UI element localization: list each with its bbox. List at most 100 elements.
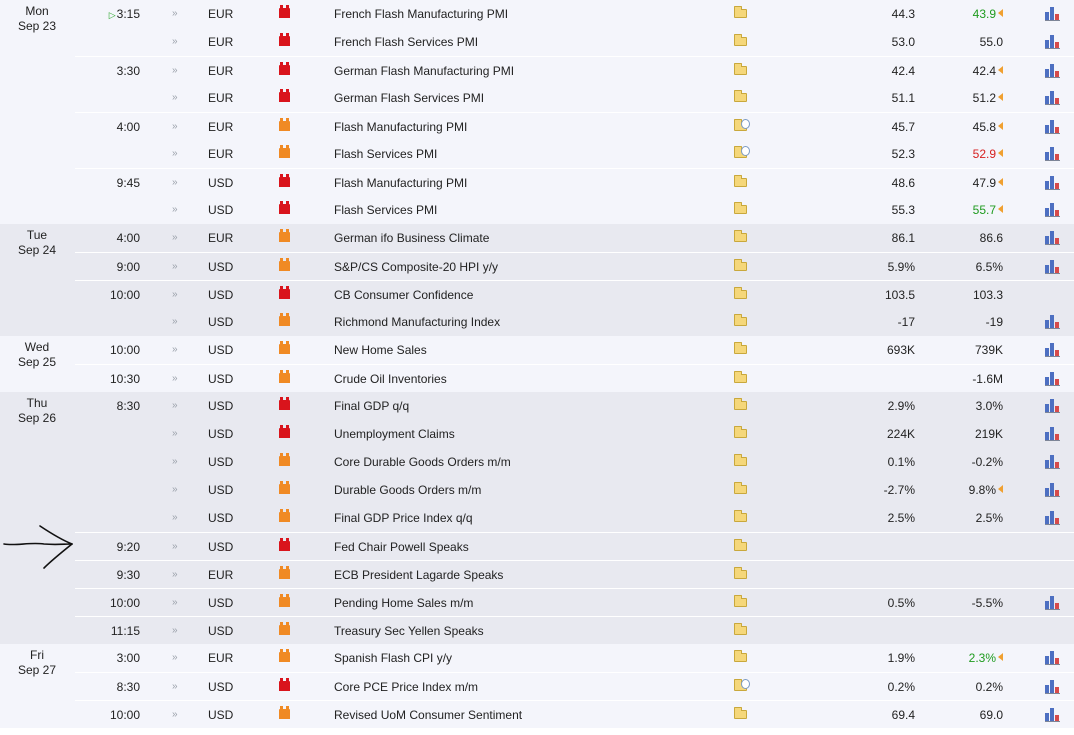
event-row[interactable]: 9:45 » USD Flash Manufacturing PMI 48.6 47.9 (75, 168, 1074, 196)
event-row[interactable]: 10:00 » USD Revised UoM Consumer Sentiment 6… (75, 700, 1074, 728)
event-name[interactable]: Flash Manufacturing PMI (334, 169, 714, 197)
folder-icon[interactable] (734, 707, 747, 719)
folder-icon[interactable] (734, 426, 747, 438)
speaker-icon[interactable]: » (172, 533, 180, 561)
event-row[interactable]: 8:30 » USD Core PCE Price Index m/m 0.2% 0.2% (75, 672, 1074, 700)
event-name[interactable]: CB Consumer Confidence (334, 281, 714, 309)
revised-marker-icon[interactable] (998, 653, 1003, 661)
event-row[interactable]: 3:30 » EUR German Flash Manufacturing PMI 42… (75, 56, 1074, 84)
speaker-icon[interactable]: » (172, 113, 180, 141)
bar-chart-icon[interactable] (1045, 176, 1060, 190)
event-name[interactable]: German Flash Manufacturing PMI (334, 57, 714, 85)
bar-chart-icon[interactable] (1045, 372, 1060, 386)
event-row[interactable]: » EUR German Flash Services PMI 51.1 51.2 (75, 84, 1074, 112)
event-name[interactable]: Flash Services PMI (334, 196, 714, 224)
event-row[interactable]: » EUR Flash Services PMI 52.3 52.9 (75, 140, 1074, 168)
event-row[interactable]: » USD Richmond Manufacturing Index -17 -19 (75, 308, 1074, 336)
folder-document-icon[interactable] (734, 679, 750, 691)
bar-chart-icon[interactable] (1045, 231, 1060, 245)
speaker-icon[interactable]: » (172, 617, 180, 645)
bar-chart-icon[interactable] (1045, 483, 1060, 497)
bar-chart-icon[interactable] (1045, 343, 1060, 357)
event-row[interactable]: 9:20 » USD Fed Chair Powell Speaks (75, 532, 1074, 560)
speaker-icon[interactable]: » (172, 589, 180, 617)
revised-marker-icon[interactable] (998, 178, 1003, 186)
folder-icon[interactable] (734, 650, 747, 662)
bar-chart-icon[interactable] (1045, 680, 1060, 694)
bar-chart-icon[interactable] (1045, 427, 1060, 441)
revised-marker-icon[interactable] (998, 205, 1003, 213)
event-row[interactable]: 10:00 » USD New Home Sales 693K 739K (75, 336, 1074, 364)
event-name[interactable]: Core Durable Goods Orders m/m (334, 448, 714, 476)
event-row[interactable]: 10:00 » USD Pending Home Sales m/m 0.5% -5.5% (75, 588, 1074, 616)
speaker-icon[interactable]: » (172, 448, 180, 476)
speaker-icon[interactable]: » (172, 253, 180, 281)
event-name[interactable]: Core PCE Price Index m/m (334, 673, 714, 701)
folder-icon[interactable] (734, 567, 747, 579)
bar-chart-icon[interactable] (1045, 455, 1060, 469)
event-name[interactable]: German Flash Services PMI (334, 84, 714, 112)
revised-marker-icon[interactable] (998, 93, 1003, 101)
speaker-icon[interactable]: » (172, 504, 180, 532)
speaker-icon[interactable]: » (172, 281, 180, 309)
bar-chart-icon[interactable] (1045, 7, 1060, 21)
event-name[interactable]: Final GDP Price Index q/q (334, 504, 714, 532)
speaker-icon[interactable]: » (172, 308, 180, 336)
speaker-icon[interactable]: » (172, 0, 180, 28)
event-row[interactable]: 4:00 » EUR German ifo Business Climate 86.1 8… (75, 224, 1074, 252)
folder-icon[interactable] (734, 595, 747, 607)
event-row[interactable]: » USD Flash Services PMI 55.3 55.7 (75, 196, 1074, 224)
speaker-icon[interactable]: » (172, 57, 180, 85)
folder-icon[interactable] (734, 175, 747, 187)
speaker-icon[interactable]: » (172, 84, 180, 112)
revised-marker-icon[interactable] (998, 9, 1003, 17)
bar-chart-icon[interactable] (1045, 91, 1060, 105)
event-row[interactable]: » USD Unemployment Claims 224K 219K (75, 420, 1074, 448)
bar-chart-icon[interactable] (1045, 64, 1060, 78)
folder-icon[interactable] (734, 398, 747, 410)
folder-icon[interactable] (734, 63, 747, 75)
folder-icon[interactable] (734, 482, 747, 494)
event-row[interactable]: 4:00 » EUR Flash Manufacturing PMI 45.7 45.8 (75, 112, 1074, 140)
folder-icon[interactable] (734, 371, 747, 383)
speaker-icon[interactable]: » (172, 28, 180, 56)
folder-icon[interactable] (734, 6, 747, 18)
speaker-icon[interactable]: » (172, 224, 180, 252)
bar-chart-icon[interactable] (1045, 147, 1060, 161)
event-row[interactable]: 9:30 » EUR ECB President Lagarde Speaks (75, 560, 1074, 588)
bar-chart-icon[interactable] (1045, 315, 1060, 329)
folder-icon[interactable] (734, 287, 747, 299)
event-name[interactable]: Unemployment Claims (334, 420, 714, 448)
folder-icon[interactable] (734, 259, 747, 271)
event-name[interactable]: Flash Services PMI (334, 140, 714, 168)
event-name[interactable]: Richmond Manufacturing Index (334, 308, 714, 336)
event-row[interactable]: ▷3:15 » EUR French Flash Manufacturing PMI 4… (75, 0, 1074, 28)
speaker-icon[interactable]: » (172, 561, 180, 589)
bar-chart-icon[interactable] (1045, 203, 1060, 217)
bar-chart-icon[interactable] (1045, 651, 1060, 665)
event-name[interactable]: German ifo Business Climate (334, 224, 714, 252)
bar-chart-icon[interactable] (1045, 596, 1060, 610)
speaker-icon[interactable]: » (172, 140, 180, 168)
event-name[interactable]: Revised UoM Consumer Sentiment (334, 701, 714, 729)
bar-chart-icon[interactable] (1045, 260, 1060, 274)
folder-icon[interactable] (734, 230, 747, 242)
event-row[interactable]: » USD Core Durable Goods Orders m/m 0.1% -0.… (75, 448, 1074, 476)
speaker-icon[interactable]: » (172, 336, 180, 364)
bar-chart-icon[interactable] (1045, 708, 1060, 722)
event-name[interactable]: Final GDP q/q (334, 392, 714, 420)
folder-icon[interactable] (734, 342, 747, 354)
revised-marker-icon[interactable] (998, 485, 1003, 493)
event-name[interactable]: Flash Manufacturing PMI (334, 113, 714, 141)
event-name[interactable]: S&P/CS Composite-20 HPI y/y (334, 253, 714, 281)
speaker-icon[interactable]: » (172, 392, 180, 420)
folder-icon[interactable] (734, 623, 747, 635)
folder-icon[interactable] (734, 90, 747, 102)
event-name[interactable]: Crude Oil Inventories (334, 365, 714, 393)
folder-icon[interactable] (734, 314, 747, 326)
event-row[interactable]: 3:00 » EUR Spanish Flash CPI y/y 1.9% 2.3% (75, 644, 1074, 672)
event-row[interactable]: » USD Final GDP Price Index q/q 2.5% 2.5% (75, 504, 1074, 532)
event-name[interactable]: French Flash Manufacturing PMI (334, 0, 714, 28)
event-name[interactable]: ECB President Lagarde Speaks (334, 561, 714, 589)
revised-marker-icon[interactable] (998, 66, 1003, 74)
